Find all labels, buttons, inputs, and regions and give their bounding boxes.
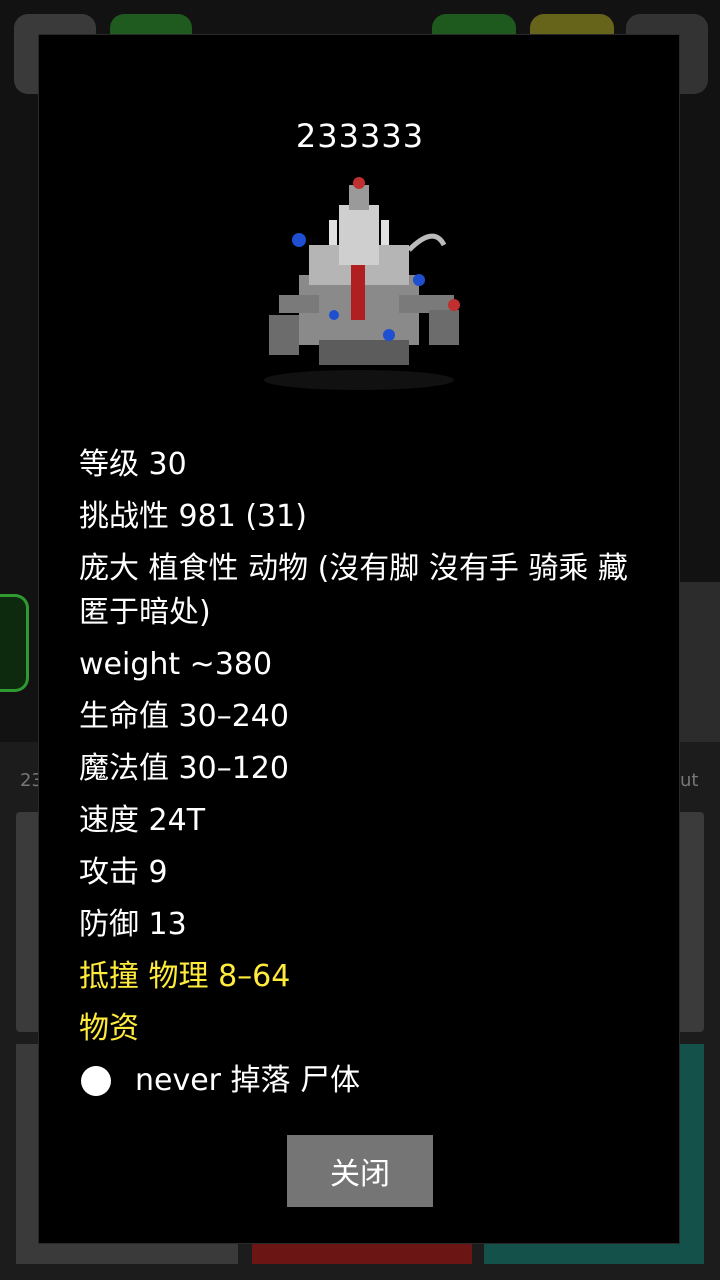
steam-golem-monster-icon (264, 177, 460, 390)
hp-text: 生命值 30–240 (79, 699, 289, 734)
monster-stats: 等级 30 挑战性 981 (31) 庞大 植食性 动物 (沒有脚 沒有手 骑乘… (79, 439, 639, 1107)
loot-item: never 掉落 尸体 (79, 1055, 639, 1107)
dialog-title: 233333 (295, 117, 425, 155)
loot-header: 物资 (79, 1011, 139, 1046)
defense-text: 防御 13 (79, 907, 187, 942)
traits-text: 庞大 植食性 动物 (沒有脚 沒有手 骑乘 藏匿于暗处) (79, 551, 628, 630)
close-button[interactable]: 关闭 (287, 1135, 433, 1207)
weight-text: weight ~380 (79, 647, 273, 682)
mp-text: 魔法值 30–120 (79, 751, 289, 786)
background-right-text: ut (680, 770, 699, 791)
attack-type-text: 抵撞 物理 8–64 (79, 959, 291, 994)
bullet-icon (81, 1066, 111, 1096)
level-text: 等级 30 (79, 447, 187, 482)
loot-item-text: never 掉落 尸体 (135, 1063, 361, 1098)
monster-info-dialog: 233333 等级 30 挑战性 981 (31) 庞大 植食性 动物 (沒有脚… (38, 34, 680, 1244)
attack-text: 攻击 9 (79, 855, 168, 890)
left-side-button (0, 594, 29, 692)
right-side-panel (680, 582, 720, 752)
challenge-text: 挑战性 981 (31) (79, 499, 307, 534)
speed-text: 速度 24T (79, 803, 206, 838)
